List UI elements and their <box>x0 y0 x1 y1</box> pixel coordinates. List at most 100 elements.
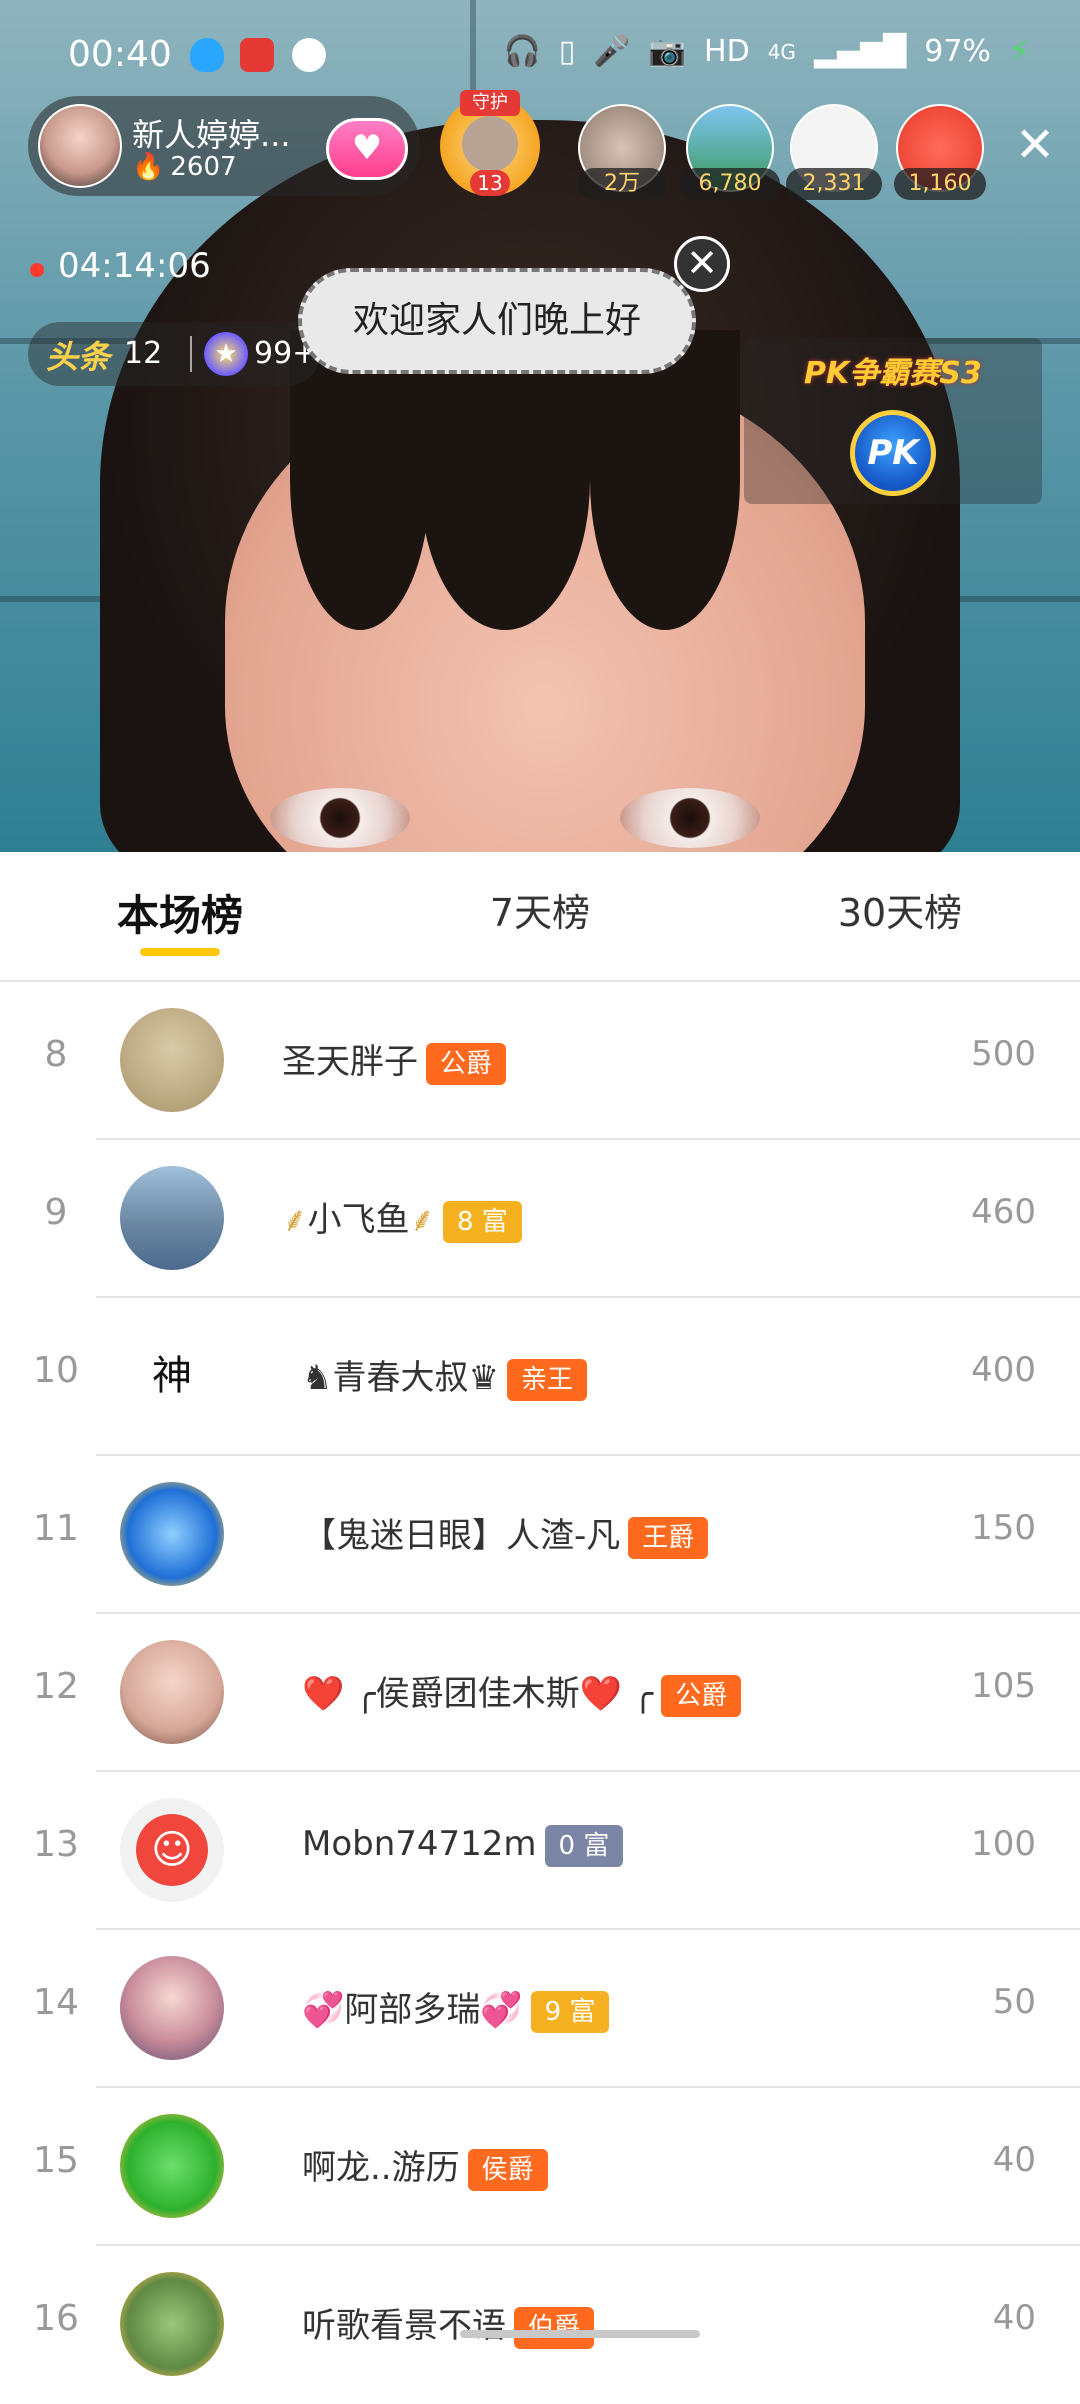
rank-number: 11 <box>33 1508 79 1549</box>
table-row[interactable]: 14 💞阿部多瑞💞 9 富 50 <box>0 1930 1080 2088</box>
avatar[interactable] <box>120 1956 224 2060</box>
table-row[interactable]: 13 ☺ Mobn74712m 0 富 100 <box>0 1772 1080 1930</box>
user-name-text: 【鬼迷日眼】人渣-凡 <box>302 1516 621 1556</box>
rank-number: 15 <box>33 2140 79 2181</box>
popularity-count: 2607 <box>170 152 237 182</box>
noble-badge: 亲王 <box>506 1358 587 1401</box>
headline-capsule[interactable]: 头条 12 ★ 99+ <box>28 322 320 386</box>
headline-count: 12 <box>124 336 163 371</box>
wheat-icon: ⸙ <box>409 1200 436 1240</box>
score: 40 <box>992 2298 1036 2338</box>
hair-bang <box>590 330 740 630</box>
streamer-eye <box>270 788 410 848</box>
table-row[interactable]: 10 神 ♞青春大叔♛ 亲王 400 <box>0 1298 1080 1456</box>
avatar[interactable] <box>120 1640 224 1744</box>
anchor-popularity: 🔥 2607 <box>132 152 237 182</box>
vibrate-icon: ▯ <box>558 34 576 69</box>
divider <box>190 336 192 372</box>
avatar[interactable] <box>120 1166 224 1270</box>
pk-button[interactable]: PK <box>850 410 936 496</box>
table-row[interactable]: 8 圣天胖子 公爵 500 <box>0 982 1080 1140</box>
rich-badge: 0 富 <box>544 1824 624 1867</box>
score: 50 <box>992 1982 1036 2022</box>
score: 100 <box>971 1824 1036 1864</box>
ranking-sheet: 本场榜 7天榜 30天榜 8 圣天胖子 公爵 500 9 ⸙小飞鱼⸙ 8 富 460… <box>0 852 1080 2376</box>
headphones-icon: 🎧 <box>503 34 541 69</box>
close-icon[interactable]: ✕ <box>1010 120 1060 170</box>
user-name: ♞青春大叔♛ 亲王 <box>302 1350 587 1401</box>
user-name: Mobn74712m 0 富 <box>302 1824 624 1867</box>
wheat-icon: ⸙ <box>282 1200 308 1240</box>
user-name: 啊龙..游历 侯爵 <box>302 2140 548 2191</box>
live-elapsed-time: 04:14:06 <box>58 246 211 286</box>
table-row[interactable]: 12 ❤️ ╭侯爵团佳木斯❤️ ╭ 公爵 105 <box>0 1614 1080 1772</box>
noble-badge: 公爵 <box>661 1674 742 1717</box>
score: 40 <box>992 2140 1036 2180</box>
anchor-name: 新人婷婷... <box>132 116 291 154</box>
user-name-text: 💞阿部多瑞💞 <box>302 1990 523 2030</box>
pk-panel[interactable]: PK争霸赛S3 PK <box>744 338 1042 504</box>
avatar[interactable]: 神 <box>120 1324 224 1428</box>
heart-icon: ♥ <box>351 128 383 168</box>
rank-number: 12 <box>33 1666 79 1707</box>
avatar[interactable] <box>120 1482 224 1586</box>
rich-badge: 8 富 <box>443 1200 522 1243</box>
guard-tag: 守护 <box>460 90 520 116</box>
score: 400 <box>971 1350 1036 1390</box>
qq-icon <box>190 38 224 72</box>
table-row[interactable]: 11 【鬼迷日眼】人渣-凡 王爵 150 <box>0 1456 1080 1614</box>
toutiao-icon <box>240 38 274 72</box>
active-tab-indicator <box>140 948 220 956</box>
avatar[interactable] <box>120 2272 224 2376</box>
rank-number: 10 <box>33 1350 79 1391</box>
user-name-text: 圣天胖子 <box>282 1042 418 1082</box>
signal-type: 4G <box>767 39 796 64</box>
user-name-text: ❤️ ╭侯爵团佳木斯❤️ ╭ <box>302 1674 654 1714</box>
flame-icon: 🔥 <box>132 152 165 182</box>
scroll-indicator[interactable] <box>460 2330 700 2338</box>
user-name-text: 啊龙..游历 <box>302 2148 460 2188</box>
follow-button[interactable]: ♥ <box>326 118 408 180</box>
guard-level: 13 <box>470 170 510 196</box>
avatar[interactable] <box>120 2114 224 2218</box>
user-name: 圣天胖子 公爵 <box>282 1034 507 1085</box>
noble-badge: 公爵 <box>426 1042 507 1085</box>
avatar[interactable] <box>120 1008 224 1112</box>
tab-7day[interactable]: 7天榜 <box>460 882 620 937</box>
table-row[interactable]: 9 ⸙小飞鱼⸙ 8 富 460 <box>0 1140 1080 1298</box>
rank-number: 13 <box>33 1824 79 1865</box>
anchor-avatar[interactable] <box>38 104 122 188</box>
wechat-icon <box>292 38 326 72</box>
clock: 00:40 <box>68 34 172 75</box>
table-row[interactable]: 16 听歌看景不语 伯爵 40 <box>0 2246 1080 2404</box>
user-name: 【鬼迷日眼】人渣-凡 王爵 <box>302 1508 709 1559</box>
table-row[interactable]: 15 啊龙..游历 侯爵 40 <box>0 2088 1080 2246</box>
user-name: ❤️ ╭侯爵团佳木斯❤️ ╭ 公爵 <box>302 1666 742 1717</box>
headline-label: 头条 <box>46 338 111 376</box>
rank-number: 14 <box>33 1982 79 2023</box>
status-bar: 00:40 🎧 ▯ 🎤 📷 HD 4G ▂▄▆█ 97% ⚡ <box>0 20 1080 90</box>
welcome-message: 欢迎家人们晚上好 <box>298 268 696 374</box>
pk-title: PK争霸赛S3 <box>804 356 982 391</box>
noble-badge: 伯爵 <box>514 2306 595 2349</box>
user-name-text: 听歌看景不语 <box>302 2306 506 2346</box>
rank-number: 16 <box>33 2298 79 2339</box>
network-type: HD <box>704 34 750 69</box>
guard-badge[interactable]: 守护 13 <box>440 90 540 196</box>
close-icon[interactable]: ✕ <box>674 236 730 292</box>
user-name: 听歌看景不语 伯爵 <box>302 2298 595 2349</box>
tab-30day[interactable]: 30天榜 <box>820 882 980 937</box>
star-icon: ★ <box>204 332 248 376</box>
tab-current[interactable]: 本场榜 <box>100 882 260 943</box>
score: 150 <box>971 1508 1036 1548</box>
user-name-text: 小飞鱼 <box>307 1200 410 1240</box>
rich-badge: 9 富 <box>530 1990 610 2033</box>
noble-badge: 侯爵 <box>467 2148 548 2191</box>
user-name-text: Mobn74712m <box>302 1824 537 1864</box>
audience-count: 1,160 <box>894 168 986 200</box>
rank-number: 8 <box>44 1034 68 1075</box>
avatar[interactable]: ☺ <box>120 1798 224 1902</box>
hair-bang <box>420 330 590 630</box>
audience-count: 2,331 <box>786 168 882 200</box>
camera-icon: 📷 <box>648 34 687 69</box>
